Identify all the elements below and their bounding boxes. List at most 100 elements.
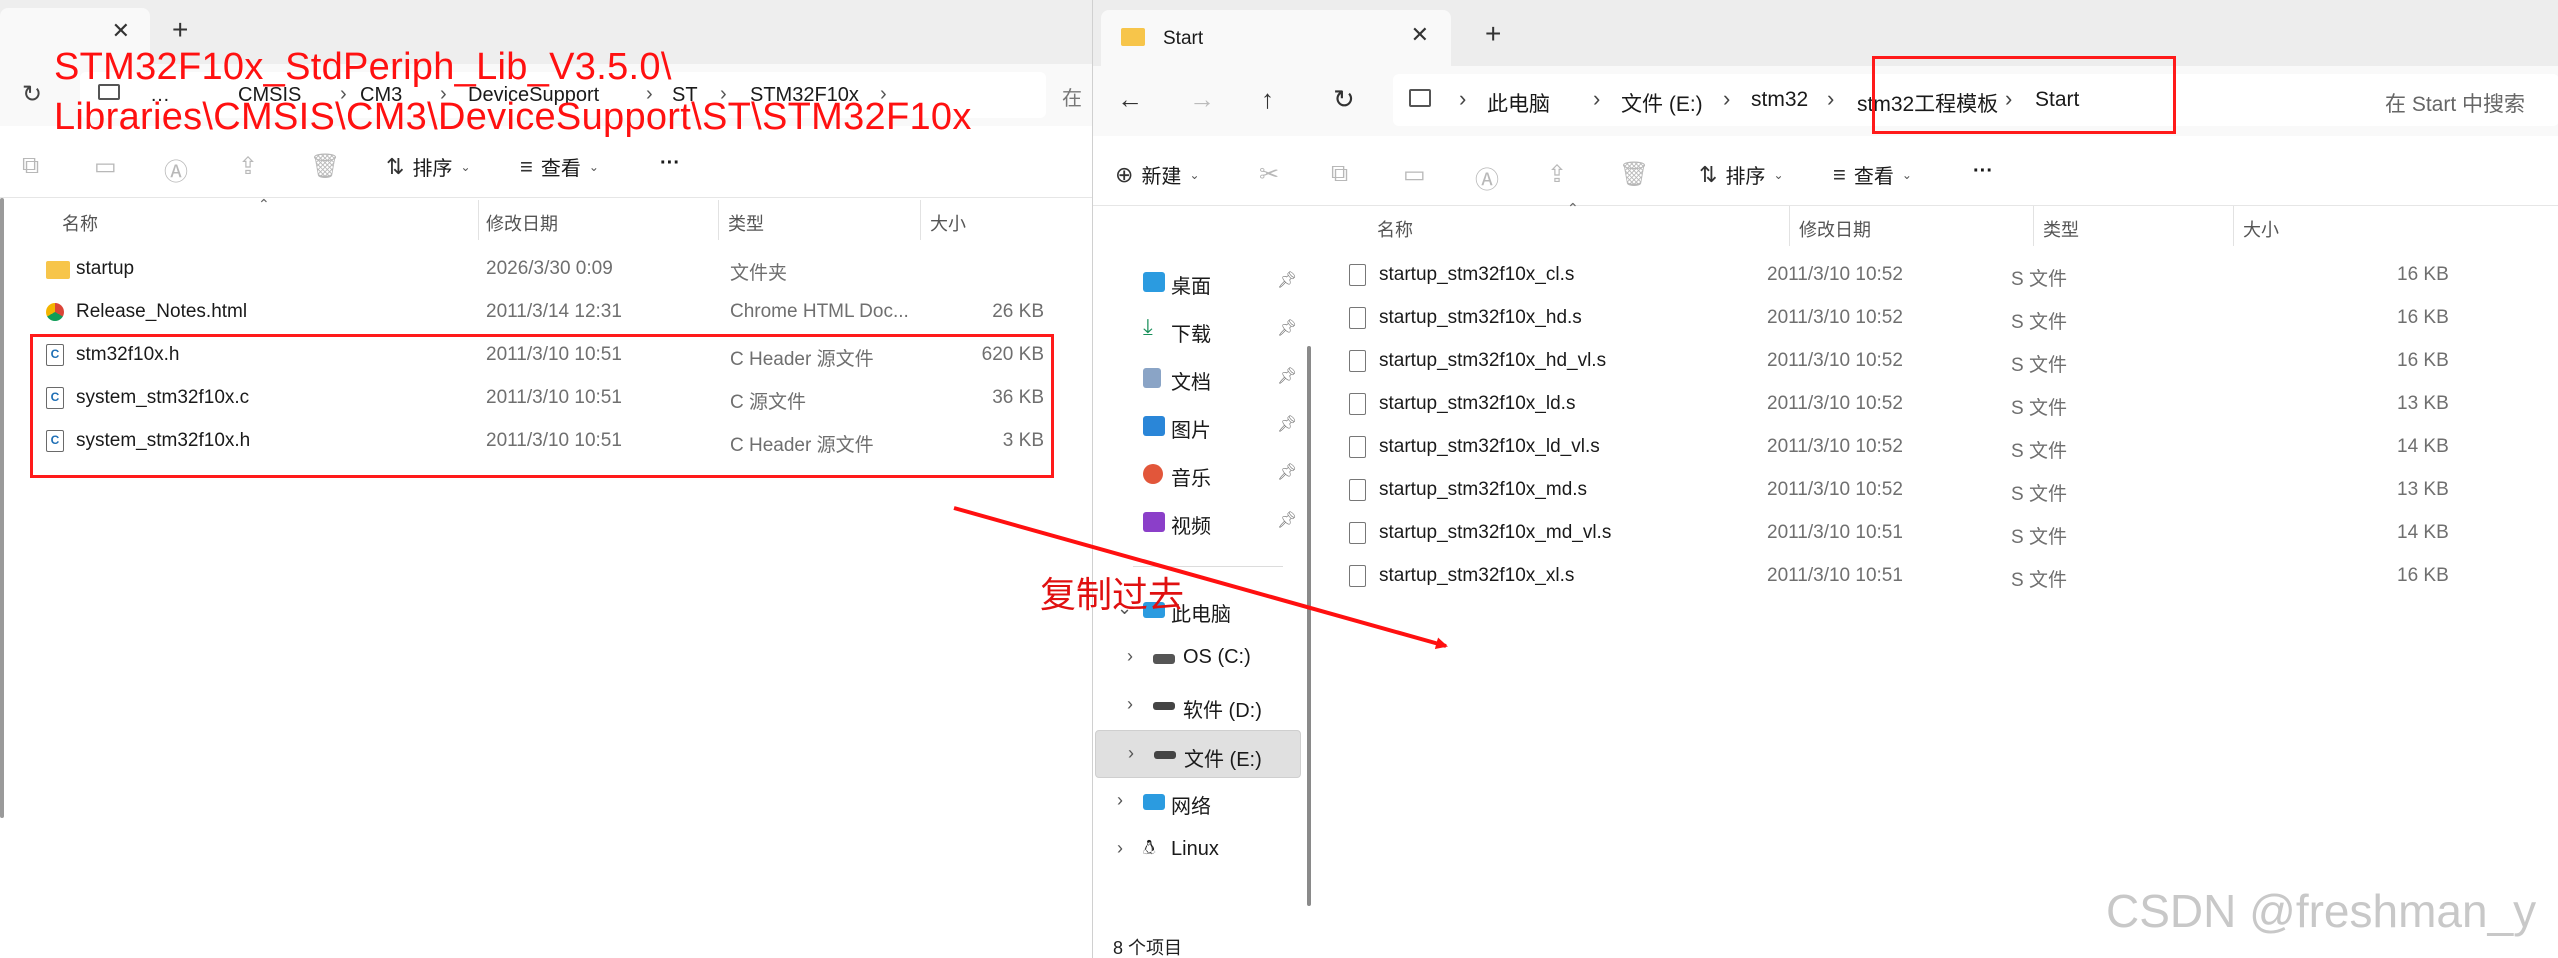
pin-icon[interactable]: 📌︎ <box>1277 414 1297 434</box>
file-row[interactable]: startup_stm32f10x_hd.s 2011/3/10 10:52 S… <box>1345 297 2545 339</box>
chevron-right-icon[interactable]: › <box>1117 838 1123 859</box>
s-file-icon <box>1349 565 1366 587</box>
nav-label: OS (C:) <box>1183 646 1251 668</box>
breadcrumb-item[interactable]: 此电脑 <box>1487 88 1550 118</box>
file-row[interactable]: startup 2026/3/30 0:09 文件夹 <box>30 248 1050 290</box>
column-type[interactable]: 类型 <box>728 210 764 236</box>
forward-icon[interactable]: → <box>1189 84 1215 115</box>
file-date: 2011/3/10 10:52 <box>1767 479 1903 500</box>
sort-indicator-icon: ⌃ <box>1567 200 1579 216</box>
nav-item-videos[interactable]: 视频 📌︎ <box>1093 498 1311 546</box>
breadcrumb-item[interactable]: stm32 <box>1751 88 1808 112</box>
file-type: S 文件 <box>2011 484 2067 505</box>
delete-icon[interactable]: 🗑︎ <box>1619 160 1649 189</box>
column-divider[interactable] <box>2033 206 2034 246</box>
column-date[interactable]: 修改日期 <box>1799 216 1871 242</box>
view-button[interactable]: ≡ 查看 ⌄ <box>1833 160 1912 189</box>
pin-icon[interactable]: 📌︎ <box>1277 270 1297 290</box>
refresh-icon[interactable]: ↻ <box>1333 84 1355 115</box>
new-tab-icon[interactable]: + <box>172 14 188 46</box>
nav-item-drive-c[interactable]: › OS (C:) <box>1093 634 1311 682</box>
file-type: Chrome HTML Doc... <box>730 301 909 322</box>
pin-icon[interactable]: 📌︎ <box>1277 318 1297 338</box>
nav-scrollbar[interactable] <box>1307 346 1311 906</box>
column-divider[interactable] <box>1789 206 1790 246</box>
pin-icon[interactable]: 📌︎ <box>1277 510 1297 530</box>
file-row[interactable]: Release_Notes.html 2011/3/14 12:31 Chrom… <box>30 291 1050 333</box>
nav-item-drive-d[interactable]: › 软件 (D:) <box>1093 682 1311 730</box>
copy-icon[interactable]: ⧉ <box>22 152 39 180</box>
file-name: startup_stm32f10x_hd_vl.s <box>1379 350 1607 371</box>
share-icon[interactable]: ⇪ <box>238 152 258 181</box>
column-name[interactable]: 名称 <box>62 210 98 236</box>
file-row[interactable]: startup_stm32f10x_hd_vl.s 2011/3/10 10:5… <box>1345 340 2545 382</box>
pin-icon[interactable]: 📌︎ <box>1277 462 1297 482</box>
back-icon[interactable]: ← <box>1117 84 1143 115</box>
nav-item-downloads[interactable]: ⤓ 下载 📌︎ <box>1093 306 1311 354</box>
close-icon[interactable]: ✕ <box>112 18 130 44</box>
sort-button[interactable]: ⇅ 排序 ⌄ <box>386 152 471 181</box>
column-date[interactable]: 修改日期 <box>486 210 558 236</box>
folder-icon <box>46 261 70 279</box>
chevron-right-icon[interactable]: › <box>1128 743 1134 764</box>
nav-item-network[interactable]: › 网络 <box>1093 778 1311 826</box>
new-button[interactable]: ⊕ 新建 ⌄ <box>1115 160 1200 189</box>
watermark: CSDN @freshman_y <box>2106 885 2537 937</box>
more-options-button[interactable]: ··· <box>660 152 680 175</box>
file-row[interactable]: startup_stm32f10x_cl.s 2011/3/10 10:52 S… <box>1345 254 2545 296</box>
up-icon[interactable]: ↑ <box>1261 84 1274 115</box>
view-icon: ≡ <box>1833 161 1846 187</box>
file-date: 2011/3/10 10:52 <box>1767 393 1903 414</box>
file-row[interactable]: startup_stm32f10x_md_vl.s 2011/3/10 10:5… <box>1345 512 2545 554</box>
nav-item-documents[interactable]: 文档 📌︎ <box>1093 354 1311 402</box>
file-row[interactable]: startup_stm32f10x_ld_vl.s 2011/3/10 10:5… <box>1345 426 2545 468</box>
file-row[interactable]: startup_stm32f10x_md.s 2011/3/10 10:52 S… <box>1345 469 2545 511</box>
more-options-button[interactable]: ··· <box>1973 160 1993 183</box>
nav-item-music[interactable]: 音乐 📌︎ <box>1093 450 1311 498</box>
folder-icon <box>1121 28 1145 46</box>
column-type[interactable]: 类型 <box>2043 216 2079 242</box>
column-size[interactable]: 大小 <box>2243 216 2279 242</box>
file-row[interactable]: startup_stm32f10x_ld.s 2011/3/10 10:52 S… <box>1345 383 2545 425</box>
paste-icon[interactable]: ▭ <box>1403 160 1426 189</box>
close-icon[interactable]: ✕ <box>1411 22 1429 48</box>
search-placeholder: 在 Start 中搜索 <box>2385 93 2526 116</box>
chevron-right-icon[interactable]: › <box>1117 790 1123 811</box>
copy-icon[interactable]: ⧉ <box>1331 160 1348 188</box>
left-search-box[interactable]: 在 <box>1062 82 1082 111</box>
delete-icon[interactable]: 🗑︎ <box>310 152 340 181</box>
network-icon <box>1143 794 1165 810</box>
refresh-icon[interactable]: ↻ <box>22 80 42 109</box>
rename-icon[interactable]: Ⓐ <box>1475 160 1499 195</box>
sort-icon: ⇅ <box>386 153 405 179</box>
column-divider[interactable] <box>2233 206 2234 246</box>
paste-icon[interactable]: ▭ <box>94 152 117 181</box>
nav-item-desktop[interactable]: 桌面 📌︎ <box>1093 258 1311 306</box>
pin-icon[interactable]: 📌︎ <box>1277 366 1297 386</box>
nav-item-linux[interactable]: › 🐧︎ Linux <box>1093 826 1311 874</box>
breadcrumb-item[interactable]: 文件 (E:) <box>1621 88 1703 118</box>
file-row[interactable]: startup_stm32f10x_xl.s 2011/3/10 10:51 S… <box>1345 555 2545 597</box>
column-size[interactable]: 大小 <box>930 210 966 236</box>
column-divider[interactable] <box>920 200 921 240</box>
chevron-right-icon[interactable]: › <box>1127 694 1133 715</box>
chevron-right-icon[interactable]: › <box>1127 646 1133 667</box>
search-input[interactable]: 在 Start 中搜索 <box>2369 74 2558 126</box>
nav-item-drive-e[interactable]: › 文件 (E:) <box>1095 730 1301 778</box>
rename-icon[interactable]: Ⓐ <box>164 152 188 187</box>
left-scrollbar[interactable] <box>0 198 4 818</box>
chevron-right-icon: › <box>1723 86 1731 111</box>
column-divider[interactable] <box>478 200 479 240</box>
chevron-down-icon: ⌄ <box>588 159 599 174</box>
new-tab-icon[interactable]: + <box>1485 18 1501 50</box>
view-button[interactable]: ≡ 查看 ⌄ <box>520 152 599 181</box>
column-divider[interactable] <box>718 200 719 240</box>
sort-button[interactable]: ⇅ 排序 ⌄ <box>1699 160 1784 189</box>
right-explorer-window: Start ✕ + ← → ↑ ↻ › 此电脑 › 文件 (E:) › stm3… <box>1092 0 2558 958</box>
nav-label: 视频 <box>1171 516 1211 538</box>
share-icon[interactable]: ⇪ <box>1547 160 1567 189</box>
nav-item-pictures[interactable]: 图片 📌︎ <box>1093 402 1311 450</box>
column-name[interactable]: 名称 <box>1377 216 1413 242</box>
cut-icon[interactable]: ✂ <box>1259 160 1279 189</box>
tab-start[interactable]: Start ✕ <box>1101 10 1451 66</box>
